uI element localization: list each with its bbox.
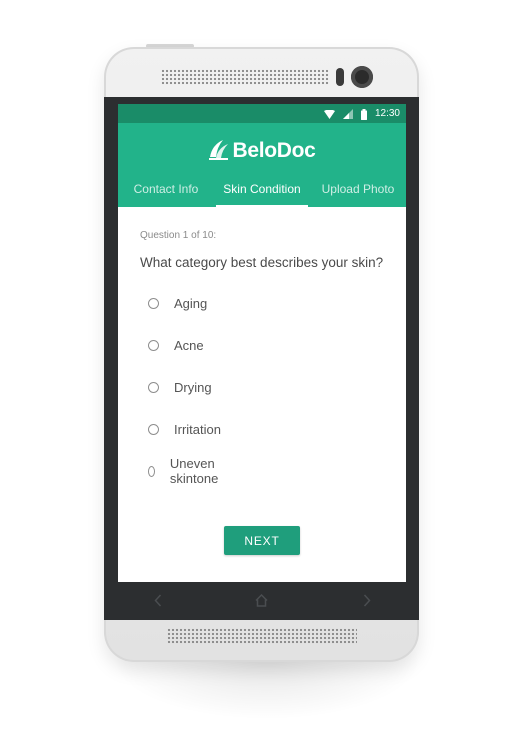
radio-button[interactable] bbox=[148, 297, 159, 309]
option-label: Acne bbox=[174, 337, 204, 353]
brand-logo: BeloDoc bbox=[118, 135, 406, 167]
option-acne[interactable]: Acne bbox=[148, 335, 204, 355]
option-label: Uneven skintone bbox=[169, 456, 219, 486]
option-drying[interactable]: Drying bbox=[148, 377, 212, 397]
tab-bar: Contact Info Skin Condition Upload Photo bbox=[118, 175, 406, 207]
bottom-speaker-grille bbox=[167, 628, 357, 644]
radio-button[interactable] bbox=[148, 465, 155, 477]
battery-icon bbox=[360, 108, 367, 120]
tab-skin-condition[interactable]: Skin Condition bbox=[214, 175, 310, 207]
radio-button[interactable] bbox=[148, 339, 159, 351]
forward-chevron-icon[interactable] bbox=[363, 594, 371, 612]
app-screen: 12:30 BeloDoc Contact Info Skin Conditio… bbox=[118, 104, 406, 582]
option-aging[interactable]: Aging bbox=[148, 293, 207, 313]
top-speaker-grille bbox=[161, 69, 329, 85]
nav-bar bbox=[118, 582, 406, 620]
option-label: Aging bbox=[174, 295, 208, 311]
tab-contact-info[interactable]: Contact Info bbox=[118, 175, 214, 207]
status-time: 12:30 bbox=[374, 108, 400, 119]
app-header: BeloDoc Contact Info Skin Condition Uplo… bbox=[118, 123, 406, 207]
option-label: Drying bbox=[174, 379, 212, 395]
option-irritation[interactable]: Irritation bbox=[148, 419, 221, 439]
leaf-logo-icon bbox=[208, 137, 230, 166]
question-counter: Question 1 of 10: bbox=[140, 230, 217, 241]
next-button[interactable]: NEXT bbox=[224, 526, 300, 555]
radio-button[interactable] bbox=[148, 381, 159, 393]
radio-button[interactable] bbox=[148, 423, 159, 435]
question-text: What category best describes your skin? bbox=[140, 255, 384, 270]
home-icon[interactable] bbox=[255, 593, 268, 612]
proximity-sensor bbox=[336, 68, 344, 86]
app-name: BeloDoc bbox=[232, 139, 316, 162]
option-label: Irritation bbox=[174, 421, 221, 437]
front-camera bbox=[351, 66, 373, 88]
status-bar: 12:30 bbox=[118, 104, 406, 123]
wifi-icon bbox=[323, 109, 335, 119]
option-uneven-skintone[interactable]: Uneven skintone bbox=[148, 456, 222, 486]
tab-upload-photo[interactable]: Upload Photo bbox=[310, 175, 406, 207]
back-chevron-icon[interactable] bbox=[154, 594, 162, 612]
signal-icon bbox=[342, 109, 353, 119]
